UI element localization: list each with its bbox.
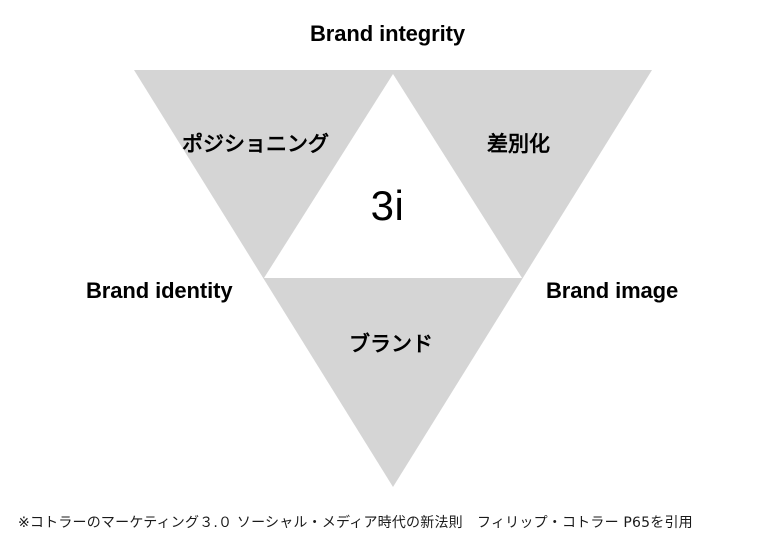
label-brand-identity: Brand identity	[86, 278, 233, 303]
label-differentiation: 差別化	[487, 132, 550, 156]
diagram-canvas: Brand integrity Brand identity Brand ima…	[0, 0, 775, 552]
source-footnote: ※コトラーのマーケティング３.０ ソーシャル・メディア時代の新法則 フィリップ・…	[18, 515, 693, 531]
label-center-3i: 3i	[370, 182, 405, 229]
label-brand-image: Brand image	[546, 278, 679, 303]
label-brand-japanese: ブランド	[349, 332, 433, 356]
label-brand-integrity: Brand integrity	[310, 21, 465, 46]
brand-triangle-diagram	[134, 70, 652, 487]
label-positioning: ポジショニング	[182, 132, 329, 156]
